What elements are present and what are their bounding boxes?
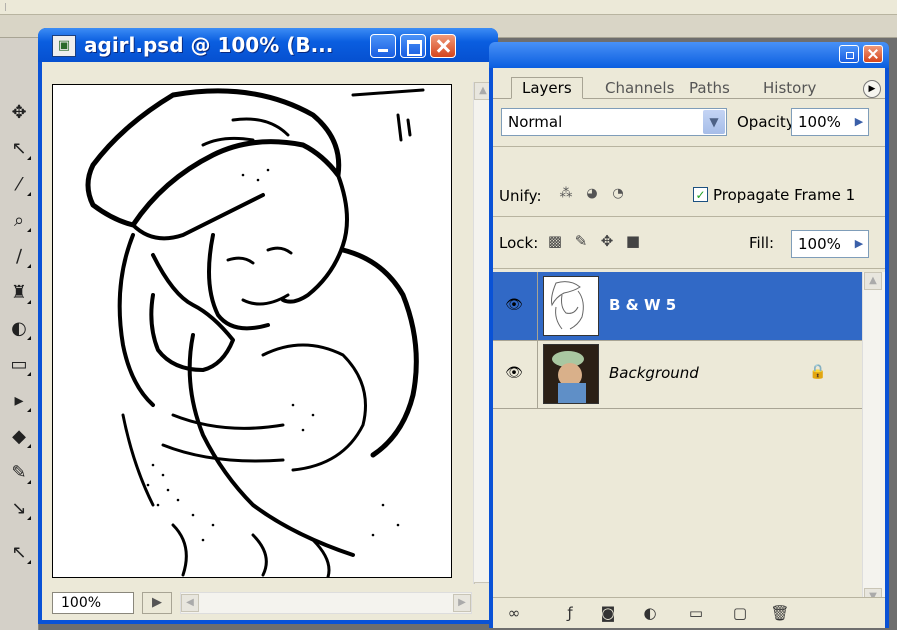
blur-tool-icon[interactable]: ◆ [4,422,34,450]
document-title: agirl.psd @ 100% (B... [84,33,334,57]
zoom-field[interactable]: 100% [52,592,134,614]
opacity-field[interactable]: 100% ▶ [791,108,869,136]
tab-history[interactable]: History [763,78,816,98]
layers-palette-window: Layers Channels Paths History ▶ Normal ▼… [489,42,889,628]
layer-name: B & W 5 [609,296,677,314]
chevron-down-icon[interactable]: ▼ [703,110,725,134]
pen-tool-icon[interactable]: ↘ [4,494,34,522]
lock-all-icon[interactable]: ■ [623,232,643,252]
layer-style-icon[interactable]: ƒ [559,604,581,624]
palette-titlebar[interactable] [489,42,889,68]
eye-icon[interactable]: 👁 [503,364,525,382]
layers-scrollbar[interactable]: ▲ ▼ [862,272,885,606]
layer-mask-icon[interactable]: ◙ [597,604,619,624]
layers-list: 👁 B & W 5 👁 Background 🔒 [493,272,863,598]
layer-name: Background [609,364,699,382]
menu-bar: | [0,0,897,15]
opacity-label: Opacity: [737,113,799,131]
menu-corner-mark: | [4,2,7,11]
opacity-value: 100% [798,113,841,131]
fill-label: Fill: [749,234,775,252]
horizontal-scrollbar[interactable]: ◀ ▶ [180,592,472,614]
divider [493,146,885,147]
opacity-arrow-icon[interactable]: ▶ [852,112,866,132]
blend-mode-select[interactable]: Normal ▼ [501,108,727,136]
move-tool-icon[interactable]: ✥ [4,98,34,126]
lock-icon: 🔒 [809,364,827,380]
scroll-right-button[interactable]: ▶ [453,594,471,612]
status-bar: 100% ▶ ◀ ▶ [42,584,494,620]
layer-row[interactable]: 👁 Background 🔒 [493,340,863,409]
propagate-frame-checkbox[interactable]: ✓ [693,187,708,202]
layer-thumbnail [543,344,599,404]
sketch-thumbnail [551,281,584,330]
palette-close-button[interactable] [863,45,883,63]
layers-bottom-bar: ∞ ƒ ◙ ◐ ▭ ▢ 🗑 [493,597,885,628]
divider [493,216,885,217]
divider [537,340,538,408]
divider [537,272,538,340]
fill-value: 100% [798,235,841,253]
brush-tool-icon[interactable]: ∕ [4,242,34,270]
minimize-button[interactable] [370,34,396,58]
magic-wand-tool-icon[interactable]: ⁄ [4,170,34,198]
fill-field[interactable]: 100% ▶ [791,230,869,258]
divider [493,268,885,269]
document-titlebar[interactable]: ▣ agirl.psd @ 100% (B... [38,28,498,62]
crop-tool-icon[interactable]: ⌕ [4,206,34,234]
blend-mode-value: Normal [508,113,563,131]
tab-channels[interactable]: Channels [605,78,674,98]
lock-pixels-icon[interactable]: ✎ [571,232,591,252]
path-select-tool-icon[interactable]: ↖ [4,538,34,566]
unify-position-icon[interactable]: ⁂ [555,186,577,206]
new-layer-icon[interactable]: ▢ [729,604,751,624]
close-button[interactable] [430,34,456,58]
palette-tabs: Layers Channels Paths History ▶ [493,76,885,99]
document-window: ▣ agirl.psd @ 100% (B... ▲ 100% ▶ ◀ ▶ [38,28,498,624]
stamp-tool-icon[interactable]: ♜ [4,278,34,306]
delete-layer-icon[interactable]: 🗑 [769,604,791,624]
unify-visibility-icon[interactable]: ◕ [581,186,603,206]
eye-icon[interactable]: 👁 [503,296,525,314]
link-icon[interactable]: ∞ [503,604,525,624]
adjustment-layer-icon[interactable]: ◐ [639,604,661,624]
lock-transparency-icon[interactable]: ▩ [545,232,565,252]
psd-file-icon: ▣ [52,35,76,57]
palette-minimize-button[interactable] [839,45,859,63]
status-menu-button[interactable]: ▶ [142,592,172,614]
eraser-tool-icon[interactable]: ▭ [4,350,34,378]
canvas-area: ▲ ▼ 100% ▶ ◀ ▶ [42,62,494,620]
scroll-up-button[interactable]: ▲ [864,272,882,290]
layers-palette: Layers Channels Paths History ▶ Normal ▼… [493,68,885,628]
sketch-image [85,88,425,577]
gradient-tool-icon[interactable]: ▸ [4,386,34,414]
tab-paths[interactable]: Paths [689,78,730,98]
tab-layers[interactable]: Layers [511,77,583,99]
unify-style-icon[interactable]: ◔ [607,186,629,206]
photo-thumbnail [544,345,598,403]
layer-thumbnail [543,276,599,336]
lock-position-icon[interactable]: ✥ [597,232,617,252]
new-group-icon[interactable]: ▭ [685,604,707,624]
dodge-tool-icon[interactable]: ✎ [4,458,34,486]
image-canvas[interactable] [52,84,452,578]
palette-menu-icon[interactable]: ▶ [863,80,881,98]
tools-palette: ✥ ↖ ⁄ ⌕ ∕ ♜ ◐ ▭ ▸ ◆ ✎ ↘ ↖ [0,38,39,630]
history-brush-tool-icon[interactable]: ◐ [4,314,34,342]
scroll-left-button[interactable]: ◀ [181,594,199,612]
maximize-button[interactable] [400,34,426,58]
propagate-label: Propagate Frame 1 [713,186,856,204]
lasso-tool-icon[interactable]: ↖ [4,134,34,162]
fill-arrow-icon[interactable]: ▶ [852,234,866,254]
layer-row[interactable]: 👁 B & W 5 [493,272,863,341]
unify-label: Unify: [499,187,542,205]
lock-label: Lock: [499,234,539,252]
